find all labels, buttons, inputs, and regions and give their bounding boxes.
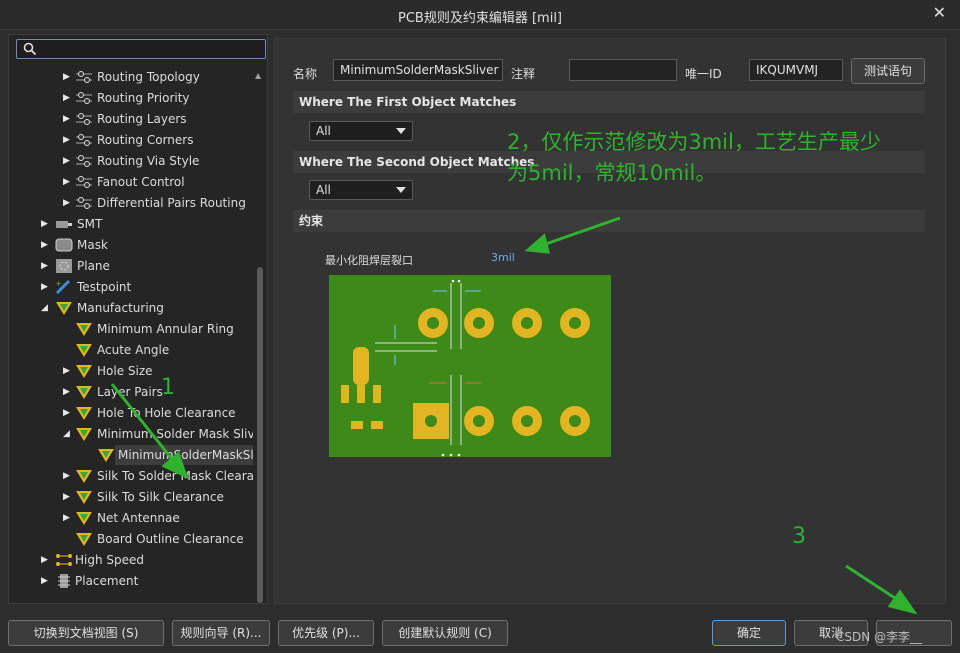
annotation-arrows (110, 216, 918, 615)
priorities-button[interactable]: 优先级 (P)... (278, 620, 374, 646)
watermark: CSDN @李李__ (836, 630, 923, 644)
ok-button[interactable]: 确定 (712, 620, 786, 646)
rule-wizard-button[interactable]: 规则向导 (R)... (172, 620, 270, 646)
switch-document-view-button[interactable]: 切换到文档视图 (S) (8, 620, 164, 646)
create-default-rules-button[interactable]: 创建默认规则 (C) (382, 620, 508, 646)
annotation-marker-3: 3 (792, 524, 806, 549)
